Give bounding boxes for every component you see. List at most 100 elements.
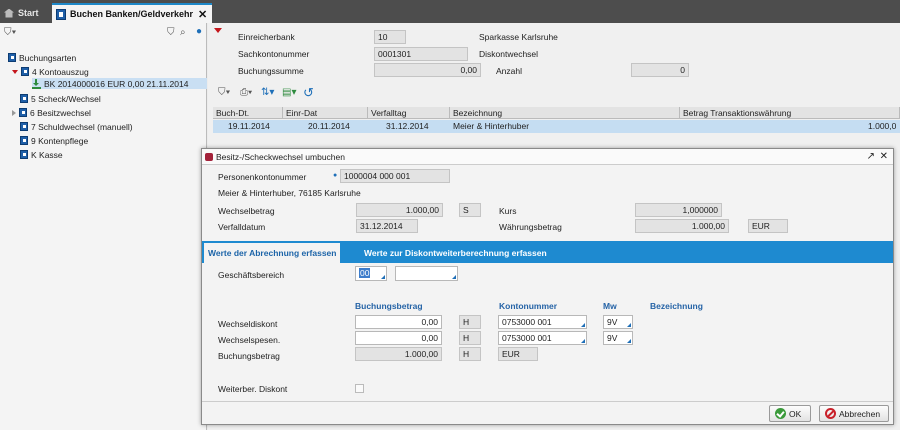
einreicherbank-label: Einreicherbank xyxy=(238,32,295,42)
tab-bar: Start Buchen Banken/Geldverkehr ✕ xyxy=(0,0,900,23)
table-row[interactable]: 19.11.2014 20.11.2014 31.12.2014 Meier &… xyxy=(213,120,900,133)
cell-einr-dat: 20.11.2014 xyxy=(308,121,350,131)
kurs-label: Kurs xyxy=(499,206,517,216)
book-icon xyxy=(8,53,16,62)
buchungssumme-field: 0,00 xyxy=(374,63,481,77)
cell-bezeichnung: Meier & Hinterhuber xyxy=(453,121,530,131)
col-betrag[interactable]: Betrag Transaktionswährung xyxy=(680,107,900,119)
einreicherbank-field[interactable]: 10 xyxy=(374,30,406,44)
tree-item-bk-entry[interactable]: BK 2014000016 EUR 0,00 21.11.2014 xyxy=(32,78,207,89)
cancel-icon xyxy=(825,408,836,419)
book-icon xyxy=(19,108,27,117)
maximize-icon[interactable]: ↗ xyxy=(867,149,875,165)
info-icon: ● xyxy=(333,172,338,179)
left-panel: ⛉▾ ⛉ ⌕ ● Buchungsarten 4 Kontoauszug BK … xyxy=(0,23,207,430)
geschaeftsbereich-label: Geschäftsbereich xyxy=(218,270,285,280)
col-mw: Mw xyxy=(603,301,617,311)
sort-icon[interactable]: ⇅▾ xyxy=(261,87,274,98)
buchungsbetrag-currency-field: EUR xyxy=(498,347,538,361)
col-verfalltag[interactable]: Verfalltag xyxy=(368,107,450,119)
tree-item-scheck[interactable]: 5 Scheck/Wechsel xyxy=(20,93,101,104)
wechseldiskont-betrag-field[interactable]: 0,00 xyxy=(355,315,442,329)
book-icon xyxy=(56,8,66,20)
wechseldiskont-mw-field[interactable]: 9V xyxy=(603,315,633,329)
tree-item-kontoauszug[interactable]: 4 Kontoauszug xyxy=(12,66,89,77)
col-bezeichnung: Bezeichnung xyxy=(650,301,703,311)
refresh-icon[interactable]: ↺ xyxy=(303,85,314,101)
weiterber-diskont-label: Weiterber. Diskont xyxy=(218,384,288,394)
download-icon xyxy=(32,78,41,89)
tab-buchen[interactable]: Buchen Banken/Geldverkehr ✕ xyxy=(52,3,212,23)
anzahl-field: 0 xyxy=(631,63,689,77)
tab-start[interactable]: Start xyxy=(4,3,39,23)
cell-buch-dt: 19.11.2014 xyxy=(228,121,270,131)
book-icon xyxy=(20,136,28,145)
checkmark-icon xyxy=(775,408,786,419)
expand-icon[interactable] xyxy=(12,69,18,74)
binoculars-icon[interactable]: ⌕ xyxy=(180,27,186,38)
wechselspesen-label: Wechselspesen. xyxy=(218,335,281,345)
geschaeftsbereich-field[interactable]: 00 xyxy=(355,266,387,281)
sachkonto-name: Diskontwechsel xyxy=(479,49,539,59)
buchungsbetrag-field: 1.000,00 xyxy=(355,347,442,361)
expand-icon[interactable] xyxy=(12,109,16,116)
sachkonto-field[interactable]: 0001301 xyxy=(374,47,468,61)
book-icon xyxy=(20,150,28,159)
close-icon[interactable]: ✕ xyxy=(198,8,207,21)
cell-betrag: 1.000,0 xyxy=(868,121,897,131)
cancel-label: Abbrechen xyxy=(839,408,881,419)
divider xyxy=(202,401,893,402)
grid-header: Buch-Dt. Einr-Dat Verfalltag Bezeichnung… xyxy=(213,107,900,119)
tree-item-schuldwechsel[interactable]: 7 Schuldwechsel (manuell) xyxy=(20,121,133,132)
dot-icon[interactable]: ● xyxy=(196,26,202,37)
address-text: Meier & Hinterhuber, 76185 Karlsruhe xyxy=(218,188,361,198)
tree-item-kasse[interactable]: K Kasse xyxy=(20,149,63,160)
einreicherbank-name: Sparkasse Karlsruhe xyxy=(479,32,558,42)
ok-label: OK xyxy=(789,408,802,419)
tree-item-label: 5 Scheck/Wechsel xyxy=(31,93,101,104)
tab-abrechnung[interactable]: Werte der Abrechnung erfassen xyxy=(204,243,341,263)
kurs-field: 1,000000 xyxy=(635,203,722,217)
filter-icon-2[interactable]: ⛉ xyxy=(167,27,175,38)
col-buch-dt[interactable]: Buch-Dt. xyxy=(213,107,283,119)
geschaeftsbereich-value: 00 xyxy=(359,268,371,278)
tab-diskontweiterberechnung[interactable]: Werte zur Diskontweiterberechnung erfass… xyxy=(360,243,551,263)
col-einr-dat[interactable]: Einr-Dat xyxy=(283,107,368,119)
close-icon[interactable]: ✕ xyxy=(880,149,888,165)
wechseldiskont-konto-field[interactable]: 0753000 001 xyxy=(498,315,587,329)
tree-item-label: 6 Besitzwechsel xyxy=(30,107,91,118)
book-icon xyxy=(21,67,29,76)
personenkonto-field[interactable]: 1000004 000 001 xyxy=(340,169,450,183)
wechselbetrag-field: 1.000,00 xyxy=(356,203,443,217)
filter-icon[interactable]: ⛉▾ xyxy=(4,27,16,38)
waehrung-field: EUR xyxy=(748,219,788,233)
tree-item-kontenpflege[interactable]: 9 Kontenpflege xyxy=(20,135,88,146)
collapse-icon[interactable] xyxy=(214,28,222,33)
umbuchen-dialog: Besitz-/Scheckwechsel umbuchen ↗ ✕ Perso… xyxy=(201,148,894,425)
wechselspesen-mw-field[interactable]: 9V xyxy=(603,331,633,345)
col-kontonummer: Kontonummer xyxy=(499,301,558,311)
wechseldiskont-sh-field: H xyxy=(459,315,481,329)
book-icon xyxy=(20,122,28,131)
wechselspesen-konto-field[interactable]: 0753000 001 xyxy=(498,331,587,345)
wechselspesen-betrag-field[interactable]: 0,00 xyxy=(355,331,442,345)
col-bezeichnung[interactable]: Bezeichnung xyxy=(450,107,680,119)
section-tabs: Werte der Abrechnung erfassen Werte zur … xyxy=(202,241,893,263)
col-buchungsbetrag: Buchungsbetrag xyxy=(355,301,423,311)
tree-item-label: 7 Schuldwechsel (manuell) xyxy=(31,121,133,132)
export-icon[interactable]: ▤▾ xyxy=(282,87,296,98)
ok-button[interactable]: OK xyxy=(769,405,811,422)
filter-icon[interactable]: ⛉▾ xyxy=(218,87,230,98)
tree-root[interactable]: Buchungsarten xyxy=(8,52,76,63)
anzahl-label: Anzahl xyxy=(496,66,522,76)
weiterber-diskont-checkbox[interactable] xyxy=(355,384,364,393)
print-icon[interactable]: ⎙▾ xyxy=(240,87,252,98)
cancel-button[interactable]: Abbrechen xyxy=(819,405,889,422)
tree-item-besitzwechsel[interactable]: 6 Besitzwechsel xyxy=(12,107,91,118)
dialog-title: Besitz-/Scheckwechsel umbuchen xyxy=(216,152,345,162)
tree-root-label: Buchungsarten xyxy=(19,52,77,63)
tab-buchen-label: Buchen Banken/Geldverkehr xyxy=(70,9,194,19)
wechseldiskont-label: Wechseldiskont xyxy=(218,319,278,329)
verfalldatum-label: Verfalldatum xyxy=(218,222,266,232)
geschaeftsbereich-name-field[interactable] xyxy=(395,266,458,281)
